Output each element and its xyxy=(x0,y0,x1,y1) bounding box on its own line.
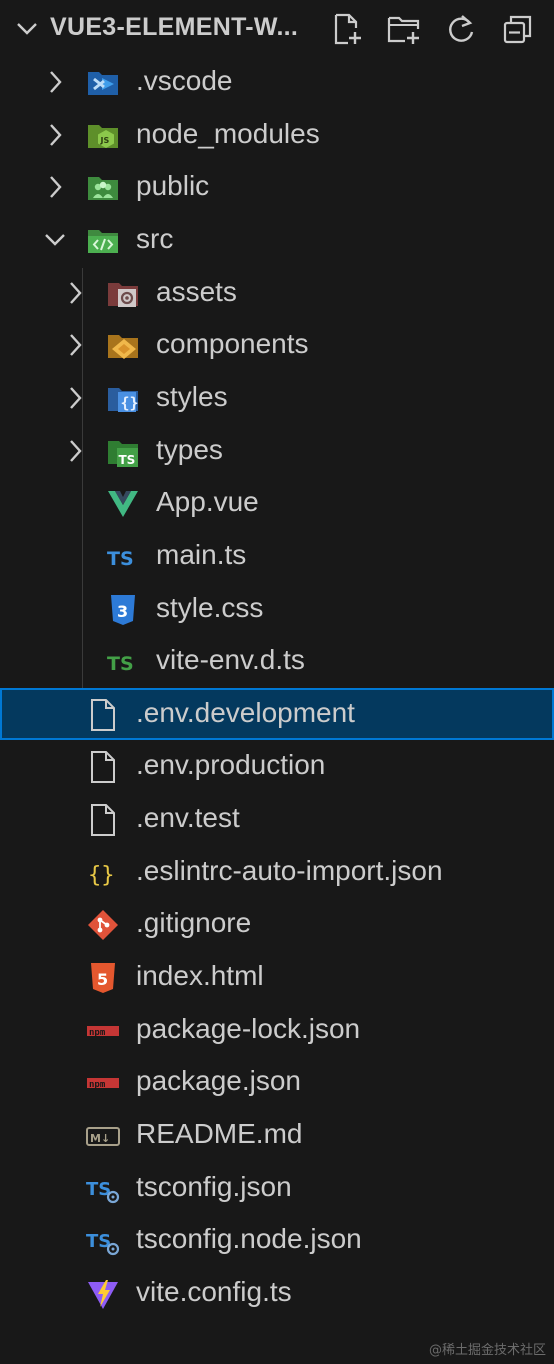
new-folder-icon[interactable] xyxy=(385,10,423,48)
typescript-def-file-icon: TS xyxy=(106,645,140,679)
tree-file-row[interactable]: App.vue xyxy=(0,477,554,529)
tree-item-label: node_modules xyxy=(136,117,320,149)
tree-file-row[interactable]: M↓ README.md xyxy=(0,1109,554,1161)
tree-item-label: style.css xyxy=(156,591,264,623)
tree-item-label: README.md xyxy=(136,1118,303,1149)
svg-text:{}: {} xyxy=(88,863,115,888)
tree-file-row[interactable]: npm package.json xyxy=(0,1056,554,1108)
tsconfig-file-icon: TS xyxy=(86,1224,120,1258)
markdown-file-icon: M↓ xyxy=(86,1119,120,1153)
tree-item-label: .eslintrc-auto-import.json xyxy=(136,854,443,886)
blank-file-icon xyxy=(86,750,120,784)
tree-item-label: tsconfig.json xyxy=(136,1170,292,1202)
tree-item-label: .env.test xyxy=(136,802,240,834)
npm-file-icon: npm xyxy=(86,1014,120,1048)
tree-file-row[interactable]: .env.development xyxy=(0,687,554,740)
blank-file-icon xyxy=(86,698,120,732)
vite-file-icon xyxy=(86,1277,120,1311)
tree-file-row[interactable]: TS main.ts xyxy=(0,530,554,582)
svg-text:5: 5 xyxy=(97,970,108,989)
tree-item-label: assets xyxy=(156,275,237,307)
tree-item-label: .gitignore xyxy=(136,907,252,939)
tree-item-label: .vscode xyxy=(136,65,233,96)
explorer-header: VUE3-ELEMENT-W... xyxy=(0,0,554,58)
json-file-icon: {} xyxy=(86,856,120,890)
collapse-all-icon[interactable] xyxy=(499,10,537,48)
tree-item-label: types xyxy=(156,433,223,465)
tree-folder-row[interactable]: src xyxy=(0,214,554,266)
new-file-icon[interactable] xyxy=(328,10,366,48)
tree-file-row[interactable]: TS tsconfig.json xyxy=(0,1162,554,1214)
assets-folder-icon xyxy=(106,277,140,311)
chevron-right-icon[interactable] xyxy=(42,68,68,96)
svg-text:npm: npm xyxy=(89,1080,106,1090)
svg-text:JS: JS xyxy=(100,136,110,145)
css-file-icon: 3 xyxy=(106,593,140,627)
tree-folder-row[interactable]: .vscode xyxy=(0,56,554,108)
chevron-right-icon[interactable] xyxy=(62,437,88,465)
tree-item-label: public xyxy=(136,170,210,202)
tree-folder-row[interactable]: JS node_modules xyxy=(0,109,554,161)
styles-folder-icon: {} xyxy=(106,382,140,416)
tree-file-row[interactable]: {} .eslintrc-auto-import.json xyxy=(0,846,554,898)
chevron-right-icon[interactable] xyxy=(62,331,88,359)
tree-item-label: .env.development xyxy=(136,696,355,728)
tree-folder-row[interactable]: {} styles xyxy=(0,372,554,424)
tree-folder-row[interactable]: assets xyxy=(0,267,554,319)
tree-item-label: package.json xyxy=(136,1065,302,1097)
tree-item-label: main.ts xyxy=(156,538,247,570)
chevron-right-icon[interactable] xyxy=(42,121,68,149)
chevron-right-icon[interactable] xyxy=(62,279,88,307)
chevron-down-icon[interactable] xyxy=(42,226,68,254)
git-file-icon xyxy=(86,908,120,942)
tree-item-label: styles xyxy=(156,380,228,412)
node-folder-icon: JS xyxy=(86,119,120,153)
tree-file-row[interactable]: vite.config.ts xyxy=(0,1267,554,1319)
vue-file-icon xyxy=(106,487,140,521)
tsconfig-file-icon: TS xyxy=(86,1172,120,1206)
tree-file-row[interactable]: .gitignore xyxy=(0,898,554,950)
chevron-right-icon[interactable] xyxy=(42,173,68,201)
svg-text:TS: TS xyxy=(107,548,134,570)
html-file-icon: 5 xyxy=(86,961,120,995)
tree-file-row[interactable]: .env.production xyxy=(0,740,554,792)
tree-file-row[interactable]: 3 style.css xyxy=(0,583,554,635)
tree-item-label: vite-env.d.ts xyxy=(156,644,305,676)
tree-file-row[interactable]: 5 index.html xyxy=(0,951,554,1003)
tree-item-label: tsconfig.node.json xyxy=(136,1223,362,1255)
svg-text:TS: TS xyxy=(107,653,134,675)
svg-text:TS: TS xyxy=(119,453,136,467)
tree-file-row[interactable]: .env.test xyxy=(0,793,554,845)
tree-file-row[interactable]: TS vite-env.d.ts xyxy=(0,635,554,687)
tree-item-label: .env.production xyxy=(136,749,326,781)
tree-item-label: index.html xyxy=(136,960,264,992)
types-folder-icon: TS xyxy=(106,435,140,469)
blank-file-icon xyxy=(86,803,120,837)
typescript-file-icon: TS xyxy=(106,540,140,574)
chevron-down-icon[interactable] xyxy=(14,16,40,42)
tree-item-label: App.vue xyxy=(156,486,259,518)
tree-item-label: package-lock.json xyxy=(136,1012,361,1044)
tree-folder-row[interactable]: TS types xyxy=(0,425,554,477)
src-folder-icon xyxy=(86,224,120,258)
npm-file-icon: npm xyxy=(86,1066,120,1100)
svg-text:3: 3 xyxy=(117,602,128,621)
explorer-title[interactable]: VUE3-ELEMENT-W... xyxy=(50,13,298,42)
svg-text:M↓: M↓ xyxy=(90,1132,110,1145)
components-folder-icon xyxy=(106,329,140,363)
public-folder-icon xyxy=(86,171,120,205)
refresh-icon[interactable] xyxy=(442,10,480,48)
tree-item-label: components xyxy=(156,328,309,360)
chevron-right-icon[interactable] xyxy=(62,384,88,412)
tree-folder-row[interactable]: components xyxy=(0,319,554,371)
tree-file-row[interactable]: npm package-lock.json xyxy=(0,1004,554,1056)
svg-text:npm: npm xyxy=(89,1028,106,1038)
tree-folder-row[interactable]: public xyxy=(0,161,554,213)
svg-text:{}: {} xyxy=(121,394,139,412)
watermark: @稀土掘金技术社区 xyxy=(428,1343,546,1358)
tree-file-row[interactable]: TS tsconfig.node.json xyxy=(0,1214,554,1266)
tree-item-label: src xyxy=(136,222,174,254)
tree-item-label: vite.config.ts xyxy=(136,1275,292,1307)
vscode-folder-icon xyxy=(86,66,120,100)
